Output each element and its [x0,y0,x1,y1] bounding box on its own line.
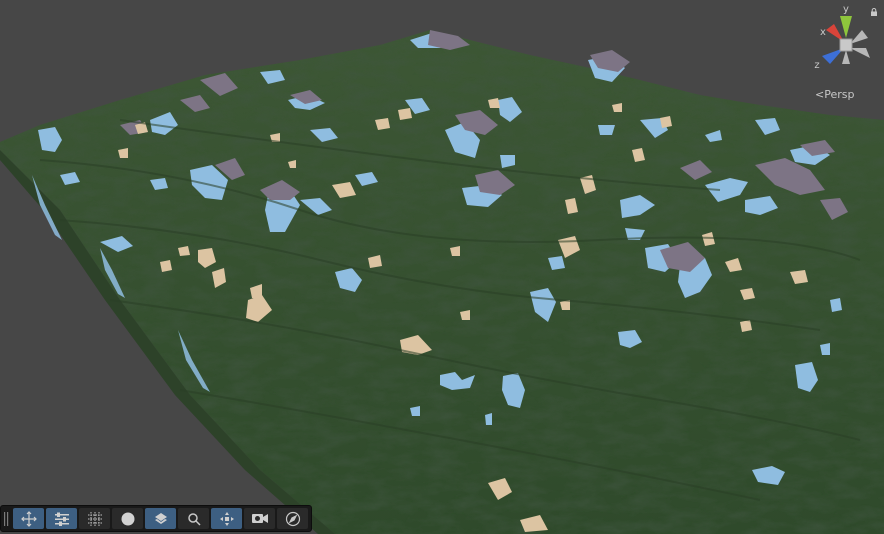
grid-icon [87,511,102,526]
camera-icon [251,513,268,523]
projection-toggle[interactable]: <Persp [815,88,854,101]
gizmo-y-cone [840,16,852,38]
scene-viewport[interactable]: y x z <Persp [0,0,884,534]
layers-button[interactable] [145,508,176,529]
terrain-settings-button[interactable] [46,508,77,529]
camera-button[interactable] [244,508,275,529]
snap-move-button[interactable] [211,508,242,529]
snap-arrows-icon [219,511,234,526]
toolbar-grip-icon[interactable] [1,506,11,531]
layers-icon [154,512,167,524]
gizmo-y-label: y [843,4,849,15]
move-tool-button[interactable] [13,508,44,529]
gizmo-neg-x-cone [850,48,870,58]
persp-chevron-icon: < [815,88,825,101]
gizmo-center-cube [839,38,853,52]
gizmo-z-label: z [814,60,819,71]
gizmo-neg-y-cone [842,50,850,64]
terrain-mesh[interactable] [0,0,884,534]
scene-overlay-toolbar [0,505,312,532]
sliders-icon [54,512,69,526]
move-arrows-icon [20,510,37,527]
shading-mode-button[interactable] [112,508,143,529]
gizmo-neg-z-cone [850,30,868,44]
search-button[interactable] [178,508,209,529]
search-icon [187,512,201,526]
compass-icon [285,511,300,526]
projection-label: Persp [824,88,855,101]
grid-button[interactable] [79,508,110,529]
gizmo-x-label: x [820,27,826,38]
orientation-button[interactable] [277,508,308,529]
sphere-icon [121,512,134,525]
lock-icon[interactable] [870,8,878,16]
